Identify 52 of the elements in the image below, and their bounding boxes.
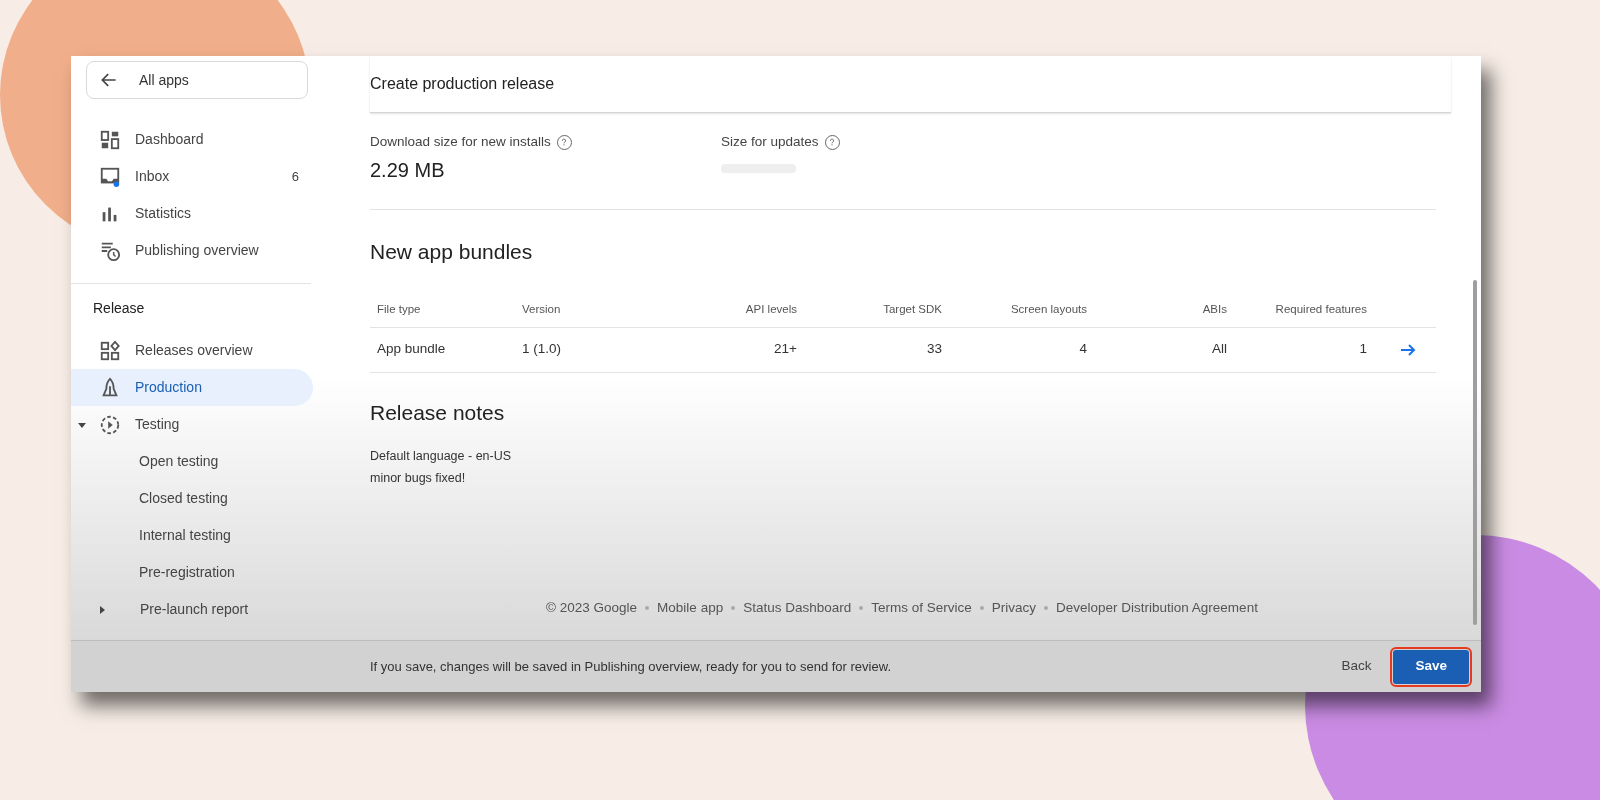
footer-link[interactable]: Mobile app (657, 598, 724, 619)
sidebar-item[interactable]: Publishing overview (71, 232, 313, 269)
scrollbar[interactable] (1473, 280, 1477, 625)
sidebar-item[interactable]: Pre-launch report (71, 591, 313, 628)
column-header: File type (377, 302, 422, 318)
column-header: Version (522, 302, 562, 318)
language-label: Default language - en-US (370, 448, 513, 465)
shapes-grid-icon (99, 339, 121, 362)
size-value: 2.29 MB (370, 158, 446, 184)
section-heading: New app bundles (370, 239, 534, 265)
save-button[interactable]: Save (1393, 649, 1469, 684)
table-cell-text: 4 (1078, 340, 1087, 359)
sidebar-item[interactable]: Pre-registration (71, 554, 313, 591)
save-message: If you save, changes will be saved in Publishing overview, ready for you to send for review. (370, 657, 892, 676)
footer-link[interactable]: Privacy (991, 598, 1037, 619)
sidebar-item[interactable]: Statistics (71, 195, 313, 232)
footer-link[interactable]: © 2023 Google (546, 598, 638, 619)
column-header: Target SDK (882, 302, 942, 318)
play-circle-icon (99, 413, 121, 436)
sidebar-item[interactable]: Closed testing (71, 480, 313, 517)
table-cell-text: App bundle (377, 340, 447, 359)
column-header: ABIs (1201, 302, 1227, 318)
sidebar-item[interactable]: Releases overview (71, 332, 313, 369)
footer-link[interactable]: Developer Distribution Agreement (1056, 598, 1258, 619)
table-cell-text: 33 (925, 340, 942, 359)
page-title: Create production release (370, 56, 1451, 113)
size-label: Size for updates (721, 133, 819, 151)
section-heading: Release notes (370, 399, 506, 426)
sidebar-item[interactable]: Internal testing (71, 517, 313, 554)
table-cell-text: 21+ (773, 340, 797, 359)
column-header: Required features (1274, 302, 1367, 318)
table-cell-text: 1 (1.0) (522, 340, 563, 359)
sidebar-item[interactable]: Inbox 6 (71, 158, 313, 195)
all-apps-link[interactable]: All apps (86, 61, 308, 99)
sidebar-item[interactable]: Open testing (71, 443, 313, 480)
column-header: API levels (744, 302, 797, 318)
sidebar-item[interactable]: Testing (71, 406, 313, 443)
table-cell-text: All (1211, 340, 1227, 359)
unread-count: 6 (291, 167, 299, 186)
inbox-icon (99, 165, 121, 188)
dashboard-icon (99, 128, 121, 151)
caret-right-icon[interactable] (97, 604, 107, 615)
release-notes-text: minor bugs fixed! (370, 469, 467, 487)
size-label: Download size for new installs (370, 133, 551, 151)
footer-link[interactable]: Terms of Service (871, 598, 972, 619)
back-button[interactable]: Back (1323, 649, 1390, 684)
sidebar-item[interactable]: Dashboard (71, 121, 313, 158)
column-header: Screen layouts (1009, 302, 1087, 318)
footer-link[interactable]: Status Dashboard (743, 598, 852, 619)
section-heading: Release (93, 299, 146, 318)
table-cell-text: 1 (1358, 340, 1367, 359)
sidebar-item[interactable]: Production (71, 369, 313, 406)
